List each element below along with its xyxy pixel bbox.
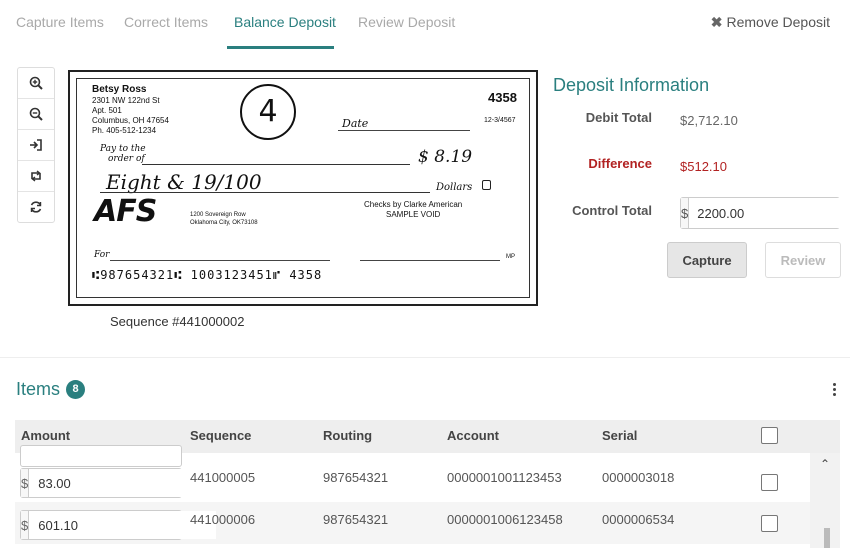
items-title: Items	[16, 379, 61, 399]
table-scrollbar[interactable]: ⌃	[810, 453, 840, 548]
routing-cell: 987654321	[323, 512, 389, 527]
column-header-amount[interactable]: Amount	[21, 428, 70, 443]
check-number: 4358	[488, 90, 517, 105]
difference-value: $512.10	[680, 159, 727, 174]
scrollbar-thumb[interactable]	[824, 528, 830, 548]
items-count-badge: 8	[66, 380, 86, 399]
amount-group: $	[20, 468, 217, 498]
amount-input[interactable]	[29, 469, 217, 497]
sequence-cell: 441000006	[190, 512, 256, 527]
row-checkbox[interactable]	[761, 474, 778, 491]
difference-label: Difference	[588, 156, 652, 171]
refresh-icon	[30, 201, 42, 213]
image-toolbar	[17, 67, 55, 223]
chevron-up-icon[interactable]: ⌃	[820, 457, 830, 471]
check-payee-line	[142, 164, 410, 165]
check-printer-line2: SAMPLE VOID	[386, 210, 441, 219]
lock-icon	[482, 180, 491, 190]
tab-correct-items[interactable]: Correct Items	[124, 14, 208, 30]
check-pay-to-label: Pay to the	[100, 144, 146, 154]
reset-button[interactable]	[18, 192, 54, 222]
sequence-cell: 441000005	[190, 470, 256, 485]
control-total-input[interactable]	[689, 198, 850, 228]
serial-cell: 0000003018	[602, 470, 675, 485]
remove-deposit-label: Remove Deposit	[726, 14, 831, 30]
amount-group: $	[20, 510, 217, 540]
items-heading: Items 8	[16, 379, 86, 400]
check-payer-name: Betsy Ross	[92, 84, 147, 95]
table-row: $ 441000005 987654321 0000001001123453 0…	[15, 460, 825, 502]
check-printer-line1: Checks by Clarke American	[364, 200, 463, 209]
review-button[interactable]: Review	[765, 242, 841, 278]
tab-balance-deposit[interactable]: Balance Deposit	[234, 14, 336, 30]
routing-cell: 987654321	[323, 470, 389, 485]
rotate-button[interactable]	[18, 161, 54, 192]
check-mp-mark: MP	[506, 254, 515, 260]
column-header-sequence[interactable]: Sequence	[190, 428, 251, 443]
flip-button[interactable]	[18, 130, 54, 161]
account-cell: 0000001001123453	[447, 470, 562, 485]
check-address-line3: Columbus, OH 47654	[92, 116, 169, 125]
serial-cell: 0000006534	[602, 512, 675, 527]
check-address-line2: Apt. 501	[92, 106, 122, 115]
items-table: Amount Sequence Routing Account Serial $…	[15, 420, 840, 548]
check-date-label: Date	[342, 117, 369, 130]
capture-button[interactable]: Capture	[667, 242, 747, 278]
check-address-line1: 2301 NW 122nd St	[92, 96, 160, 105]
check-written-line	[100, 192, 430, 193]
deposit-info-title: Deposit Information	[553, 75, 710, 95]
tab-bar: Capture Items Correct Items Balance Depo…	[0, 0, 850, 49]
check-circled-annotation: 4	[240, 84, 296, 140]
control-total-currency: $	[681, 198, 690, 228]
amount-input[interactable]	[29, 511, 217, 539]
check-routing-fraction: 12-3/4567	[484, 117, 516, 124]
column-header-routing[interactable]: Routing	[323, 428, 372, 443]
amount-currency: $	[21, 469, 30, 497]
sign-in-icon	[30, 139, 42, 151]
active-tab-indicator	[227, 46, 334, 49]
check-phone: Ph. 405-512-1234	[92, 126, 157, 135]
debit-total-label: Debit Total	[585, 110, 652, 125]
retweet-icon	[31, 170, 41, 182]
check-date-line	[338, 130, 470, 131]
row-checkbox[interactable]	[761, 515, 778, 532]
debit-total-value: $2,712.10	[680, 113, 738, 128]
check-bank-logo: AFS	[94, 194, 157, 229]
check-bank-address2: Oklahoma City, OK73108	[190, 220, 258, 226]
account-cell: 0000001006123458	[447, 512, 563, 527]
check-dollars-label: Dollars	[436, 182, 473, 193]
tab-review-deposit[interactable]: Review Deposit	[358, 14, 455, 30]
check-sequence-caption: Sequence #441000002	[110, 314, 245, 329]
zoom-in-button[interactable]	[18, 68, 54, 99]
close-icon: ✖	[710, 14, 723, 30]
amount-currency: $	[21, 511, 30, 539]
control-total-label: Control Total	[572, 203, 652, 218]
zoom-out-button[interactable]	[18, 99, 54, 130]
check-memo-line	[110, 260, 330, 261]
check-written-amount: Eight & 19/100	[106, 170, 262, 194]
check-image: Betsy Ross 2301 NW 122nd St Apt. 501 Col…	[68, 70, 538, 306]
select-all-checkbox[interactable]	[761, 427, 778, 444]
column-header-account[interactable]: Account	[447, 428, 499, 443]
section-divider	[0, 357, 850, 358]
tab-capture-items[interactable]: Capture Items	[16, 14, 104, 30]
more-options-icon[interactable]	[833, 383, 837, 398]
check-bank-address1: 1200 Sovereign Row	[190, 212, 246, 218]
column-header-serial[interactable]: Serial	[602, 428, 637, 443]
check-order-of-label: order of	[108, 154, 145, 164]
check-micr-line: ⑆987654321⑆ 1003123451⑈ 4358	[92, 268, 323, 282]
zoom-out-icon	[29, 107, 43, 121]
table-row: $ 441000006 987654321 0000001006123458 0…	[15, 502, 825, 544]
control-total-group: $	[680, 197, 850, 229]
check-memo-label: For	[94, 250, 110, 260]
zoom-in-icon	[29, 76, 43, 90]
check-amount-box: $ 8.19	[418, 147, 473, 167]
remove-deposit-button[interactable]: ✖ Remove Deposit	[711, 14, 830, 31]
check-signature-line	[360, 260, 500, 261]
